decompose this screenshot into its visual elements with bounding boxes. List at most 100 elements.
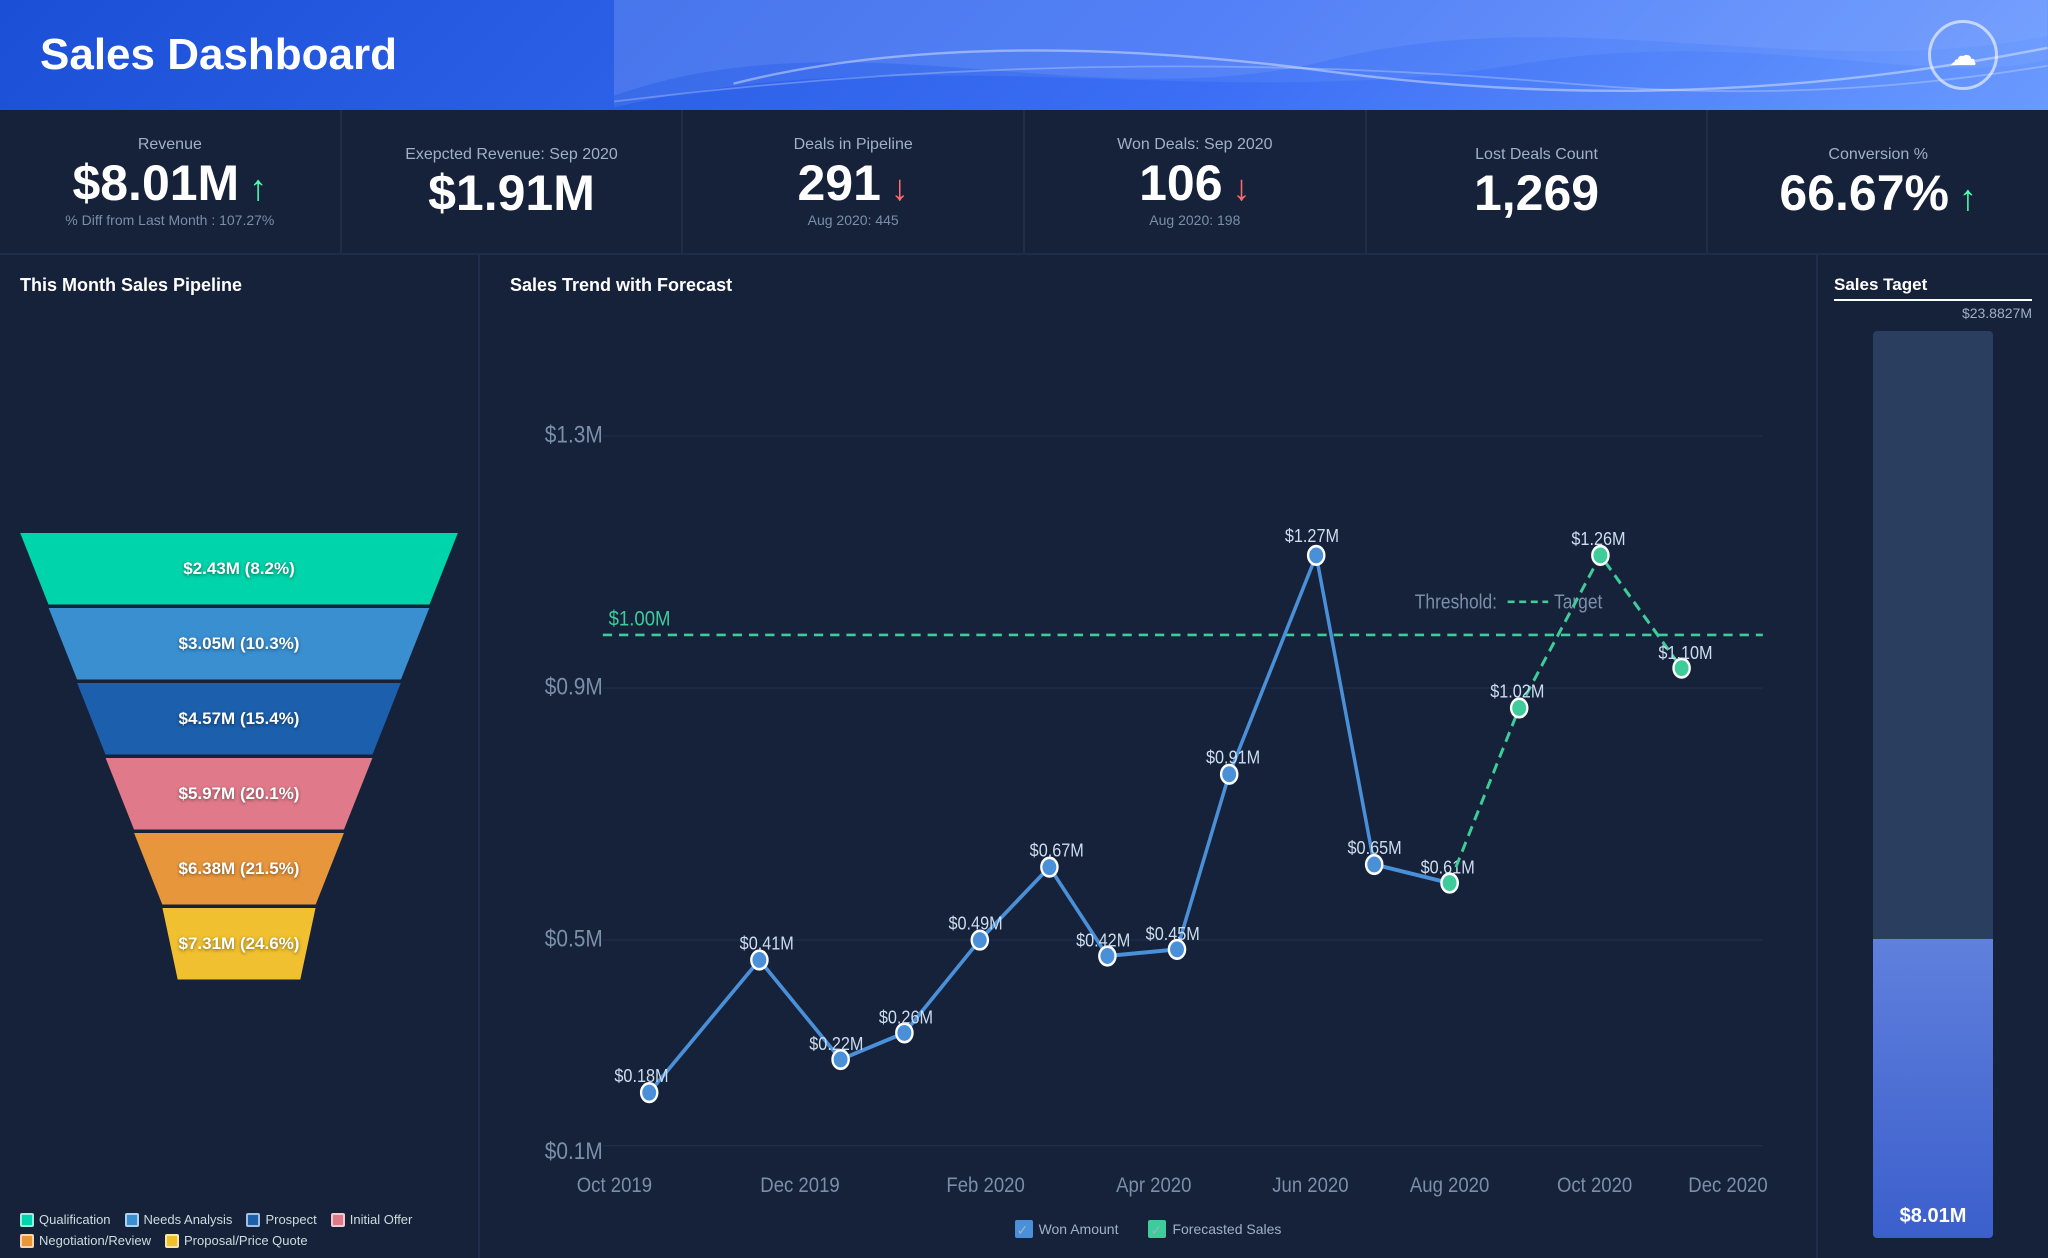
svg-text:$0.67M: $0.67M xyxy=(1030,839,1084,860)
funnel-title: This Month Sales Pipeline xyxy=(20,275,458,296)
funnel-segment-1: $3.05M (10.3%) xyxy=(48,608,429,680)
kpi-expected-label: Exepcted Revenue: Sep 2020 xyxy=(405,146,618,164)
kpi-conversion: Conversion % 66.67% ↑ xyxy=(1708,110,2048,253)
legend-item-5: Proposal/Price Quote xyxy=(165,1233,308,1248)
svg-text:Aug 2020: Aug 2020 xyxy=(1410,1174,1489,1197)
svg-text:$0.65M: $0.65M xyxy=(1348,837,1402,858)
header-wave xyxy=(614,0,2048,110)
legend-label-2: Prospect xyxy=(265,1212,316,1227)
legend-color-5 xyxy=(165,1234,179,1248)
target-panel: Sales Taget $23.8827M $8.01M xyxy=(1818,255,2048,1258)
funnel-panel: This Month Sales Pipeline $2.43M (8.2%)$… xyxy=(0,255,480,1258)
legend-won-amount: ✓ Won Amount xyxy=(1015,1220,1119,1238)
funnel-segment-0: $2.43M (8.2%) xyxy=(20,533,458,605)
svg-text:$0.9M: $0.9M xyxy=(545,673,603,700)
target-max-value: $23.8827M xyxy=(1962,305,2032,321)
target-current-value: $8.01M xyxy=(1900,1205,1967,1228)
kpi-lost-label: Lost Deals Count xyxy=(1475,146,1598,164)
svg-text:Oct 2019: Oct 2019 xyxy=(577,1174,652,1197)
page-title: Sales Dashboard xyxy=(40,30,397,80)
svg-text:$0.49M: $0.49M xyxy=(948,912,1002,933)
svg-text:$1.02M: $1.02M xyxy=(1490,680,1544,701)
svg-text:Dec 2019: Dec 2019 xyxy=(760,1174,839,1197)
svg-text:$0.91M: $0.91M xyxy=(1206,747,1260,768)
svg-text:$1.10M: $1.10M xyxy=(1658,642,1712,663)
kpi-won-deals: Won Deals: Sep 2020 106 ↓ Aug 2020: 198 xyxy=(1025,110,1367,253)
svg-text:$0.42M: $0.42M xyxy=(1076,930,1130,951)
kpi-expected-revenue: Exepcted Revenue: Sep 2020 $1.91M xyxy=(342,110,684,253)
won-amount-legend-color: ✓ xyxy=(1015,1220,1033,1238)
kpi-pipeline-label: Deals in Pipeline xyxy=(794,136,913,154)
kpi-won-value: 106 ↓ xyxy=(1139,158,1250,208)
legend-forecasted-sales: ✓ Forecasted Sales xyxy=(1148,1220,1281,1238)
chart-panel: Sales Trend with Forecast $1.3M $0.9M $0… xyxy=(480,255,1818,1258)
chart-legend: ✓ Won Amount ✓ Forecasted Sales xyxy=(510,1220,1786,1238)
legend-color-0 xyxy=(20,1213,34,1227)
kpi-lost-value: 1,269 xyxy=(1474,168,1599,218)
kpi-revenue-sub: % Diff from Last Month : 107.27% xyxy=(65,212,274,228)
svg-text:$0.41M: $0.41M xyxy=(740,932,794,953)
svg-text:$1.27M: $1.27M xyxy=(1285,525,1339,546)
legend-label-1: Needs Analysis xyxy=(144,1212,233,1227)
kpi-conversion-label: Conversion % xyxy=(1828,146,1928,164)
won-amount-legend-label: Won Amount xyxy=(1039,1221,1119,1237)
header-logo: ☁ xyxy=(1928,20,1998,90)
main-content: This Month Sales Pipeline $2.43M (8.2%)$… xyxy=(0,255,2048,1258)
svg-text:Threshold:: Threshold: xyxy=(1415,590,1497,612)
kpi-won-sub: Aug 2020: 198 xyxy=(1149,212,1240,228)
legend-color-2 xyxy=(246,1213,260,1227)
funnel-segment-2: $4.57M (15.4%) xyxy=(77,683,401,755)
legend-color-1 xyxy=(125,1213,139,1227)
kpi-pipeline-sub: Aug 2020: 445 xyxy=(808,212,899,228)
funnel-segment-5: $7.31M (24.6%) xyxy=(162,908,315,980)
legend-item-2: Prospect xyxy=(246,1212,316,1227)
target-divider xyxy=(1834,299,2032,301)
header: Sales Dashboard ☁ xyxy=(0,0,2048,110)
legend-color-3 xyxy=(331,1213,345,1227)
kpi-expected-value: $1.91M xyxy=(428,168,595,218)
kpi-lost-deals: Lost Deals Count 1,269 xyxy=(1367,110,1709,253)
svg-text:Feb 2020: Feb 2020 xyxy=(946,1174,1024,1197)
svg-text:$0.26M: $0.26M xyxy=(879,1007,933,1028)
svg-text:$0.1M: $0.1M xyxy=(545,1138,603,1165)
svg-text:$1.26M: $1.26M xyxy=(1571,528,1625,549)
kpi-pipeline-value: 291 ↓ xyxy=(797,158,908,208)
target-bar-fill: $8.01M xyxy=(1873,939,1993,1238)
kpi-won-label: Won Deals: Sep 2020 xyxy=(1117,136,1272,154)
svg-text:$0.18M: $0.18M xyxy=(614,1065,668,1086)
legend-label-5: Proposal/Price Quote xyxy=(184,1233,308,1248)
target-title: Sales Taget xyxy=(1834,275,1927,295)
legend-item-4: Negotiation/Review xyxy=(20,1233,151,1248)
kpi-revenue-value: $8.01M ↑ xyxy=(72,158,267,208)
funnel-segment-3: $5.97M (20.1%) xyxy=(105,758,372,830)
svg-text:$0.5M: $0.5M xyxy=(545,925,603,952)
svg-text:$0.22M: $0.22M xyxy=(809,1033,863,1054)
svg-text:Jun 2020: Jun 2020 xyxy=(1272,1174,1348,1197)
kpi-deals-pipeline: Deals in Pipeline 291 ↓ Aug 2020: 445 xyxy=(683,110,1025,253)
funnel-container: $2.43M (8.2%)$3.05M (10.3%)$4.57M (15.4%… xyxy=(20,310,458,1202)
chart-area: $1.3M $0.9M $0.5M $0.1M $1.00M Threshold… xyxy=(510,310,1786,1212)
kpi-conversion-value: 66.67% ↑ xyxy=(1779,168,1977,218)
funnel-legend: Qualification Needs Analysis Prospect Initi… xyxy=(20,1212,458,1248)
forecast-legend-label: Forecasted Sales xyxy=(1172,1221,1281,1237)
legend-label-0: Qualification xyxy=(39,1212,111,1227)
svg-text:$1.3M: $1.3M xyxy=(545,421,603,448)
kpi-revenue: Revenue $8.01M ↑ % Diff from Last Month … xyxy=(0,110,342,253)
legend-item-1: Needs Analysis xyxy=(125,1212,233,1227)
svg-text:Oct 2020: Oct 2020 xyxy=(1557,1174,1632,1197)
svg-text:Apr 2020: Apr 2020 xyxy=(1116,1174,1191,1197)
legend-label-4: Negotiation/Review xyxy=(39,1233,151,1248)
legend-item-0: Qualification xyxy=(20,1212,111,1227)
svg-text:Target: Target xyxy=(1554,590,1603,612)
kpi-row: Revenue $8.01M ↑ % Diff from Last Month … xyxy=(0,110,2048,255)
svg-text:$1.00M: $1.00M xyxy=(609,608,671,631)
chart-title: Sales Trend with Forecast xyxy=(510,275,1786,296)
kpi-revenue-label: Revenue xyxy=(138,136,202,154)
legend-item-3: Initial Offer xyxy=(331,1212,413,1227)
legend-color-4 xyxy=(20,1234,34,1248)
forecast-legend-color: ✓ xyxy=(1148,1220,1166,1238)
funnel-segment-4: $6.38M (21.5%) xyxy=(134,833,344,905)
legend-label-3: Initial Offer xyxy=(350,1212,413,1227)
svg-text:Dec 2020: Dec 2020 xyxy=(1688,1174,1767,1197)
svg-text:$0.45M: $0.45M xyxy=(1146,923,1200,944)
